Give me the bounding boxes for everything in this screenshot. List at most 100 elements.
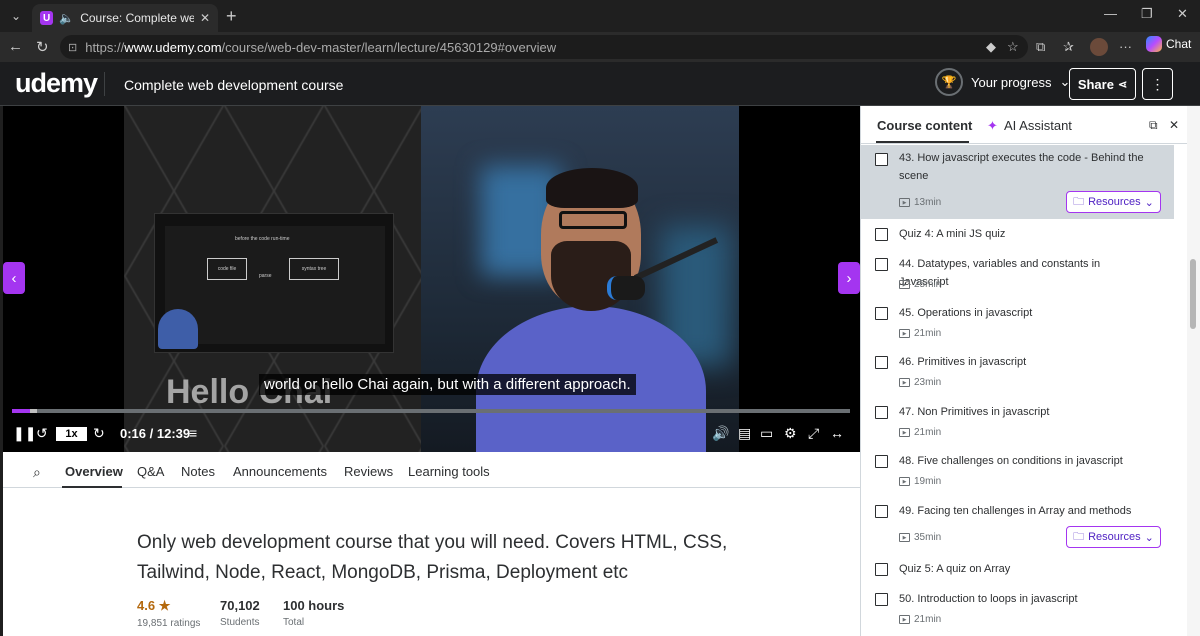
next-lecture-button[interactable]: › (838, 262, 860, 294)
lecture-checkbox[interactable] (875, 593, 888, 606)
speaker-icon[interactable]: 🔈 (59, 11, 74, 25)
list-item[interactable]: 47. Non Primitives in javascript ▶ 21min (861, 402, 1174, 446)
active-tab-indicator (62, 486, 122, 488)
tab-ai-assistant[interactable]: AI Assistant (1004, 118, 1072, 133)
collections-icon[interactable]: ✰ (1063, 39, 1074, 55)
browser-tab[interactable]: U 🔈 Course: Complete web develo ✕ (32, 4, 218, 32)
list-item[interactable]: 45. Operations in javascript ▶ 21min (861, 303, 1174, 347)
lecture-checkbox[interactable] (875, 455, 888, 468)
lecture-meta: ▶ 35min (899, 532, 941, 543)
list-item[interactable]: Quiz 4: A mini JS quiz (861, 224, 1174, 248)
tab-list-chevron-icon[interactable]: ⌄ (6, 6, 26, 26)
resources-button[interactable]: 🗀 Resources ⌄ (1066, 191, 1161, 213)
video-icon: ▶ (899, 378, 910, 387)
scroll-thumb[interactable] (1190, 259, 1196, 329)
lecture-checkbox[interactable] (875, 307, 888, 320)
list-item[interactable]: 49. Facing ten challenges in Array and m… (861, 501, 1174, 551)
maximize-icon[interactable]: ❐ (1141, 6, 1153, 22)
list-item[interactable]: 43. How javascript executes the code - B… (861, 145, 1174, 219)
new-tab-plus-icon[interactable]: + (226, 6, 237, 27)
lecture-checkbox[interactable] (875, 258, 888, 271)
share-button[interactable]: Share ⋖ (1069, 68, 1136, 100)
video-icon: ▶ (899, 615, 910, 624)
tab-overview[interactable]: Overview (65, 464, 123, 479)
lecture-checkbox[interactable] (875, 153, 888, 166)
udemy-logo[interactable]: udemy (15, 68, 98, 99)
list-item[interactable]: 48. Five challenges on conditions in jav… (861, 451, 1174, 495)
list-item[interactable]: 44. Datatypes, variables and constants i… (861, 254, 1174, 298)
tab-learning-tools[interactable]: Learning tools (408, 464, 490, 479)
video-player[interactable]: before the code run-time code file synta… (3, 106, 860, 452)
tag-icon[interactable]: ◆ (986, 39, 996, 55)
tab-notes[interactable]: Notes (181, 464, 215, 479)
fullscreen-icon[interactable]: ⤢ (808, 425, 819, 442)
close-sidebar-icon[interactable]: ✕ (1169, 118, 1179, 132)
video-icon: ▶ (899, 280, 910, 289)
notes-icon[interactable]: ≡ (189, 425, 197, 441)
presenter-thumbnail (158, 309, 198, 349)
resources-button[interactable]: 🗀 Resources ⌄ (1066, 526, 1161, 548)
close-window-icon[interactable]: ✕ (1177, 6, 1188, 22)
lecture-meta: ▶ 23min (899, 377, 941, 388)
course-title[interactable]: Complete web development course (124, 77, 343, 93)
lecture-checkbox[interactable] (875, 228, 888, 241)
sidebar-scrollbar[interactable] (1187, 106, 1200, 636)
profile-avatar[interactable] (1090, 38, 1108, 56)
url-field[interactable]: ⊡ https://www.udemy.com/course/web-dev-m… (60, 35, 1028, 59)
volume-icon[interactable]: 🔊 (712, 425, 729, 442)
previous-lecture-button[interactable]: ‹ (3, 262, 25, 294)
students-value: 70,102 (220, 598, 260, 613)
extensions-icon[interactable]: ⧉ (1036, 39, 1045, 55)
overview-tabs: ⌕ Overview Q&A Notes Announcements Revie… (3, 452, 860, 488)
your-progress-dropdown[interactable]: 🏆 Your progress ⌄ (935, 68, 1070, 96)
playback-speed-button[interactable]: 1x (56, 427, 87, 441)
tab-announcements[interactable]: Announcements (233, 464, 327, 479)
lecture-title: 49. Facing ten challenges in Array and m… (899, 505, 1132, 517)
seek-bar[interactable] (12, 409, 850, 413)
pause-icon[interactable]: ❚❚ (13, 425, 36, 442)
screen-heading: before the code run-time (235, 236, 290, 242)
lecture-checkbox[interactable] (875, 563, 888, 576)
lecture-meta: ▶ 13min (899, 197, 941, 208)
active-tab-indicator (876, 141, 969, 143)
transcript-icon[interactable]: ▤ (738, 425, 751, 442)
course-content-sidebar: Course content ✦ AI Assistant ⧉ ✕ 43. Ho… (860, 106, 1188, 636)
reload-icon[interactable]: ↻ (36, 38, 49, 56)
students-stat: 70,102 Students (220, 598, 260, 628)
tab-qa[interactable]: Q&A (137, 464, 164, 479)
captions-icon[interactable]: ▭ (760, 425, 773, 442)
more-options-button[interactable]: ⋮ (1142, 68, 1173, 100)
lecture-checkbox[interactable] (875, 356, 888, 369)
course-overview: ⌕ Overview Q&A Notes Announcements Revie… (3, 452, 860, 636)
copilot-icon (1146, 36, 1162, 52)
lecture-checkbox[interactable] (875, 406, 888, 419)
expand-width-icon[interactable]: ↔ (830, 425, 844, 441)
lecture-meta: ▶ 21min (899, 427, 941, 438)
back-arrow-icon[interactable]: ← (8, 38, 23, 55)
list-item[interactable]: 46. Primitives in javascript ▶ 23min (861, 352, 1174, 396)
favorite-star-icon[interactable]: ☆ (1007, 39, 1019, 55)
list-item[interactable]: Quiz 5: A quiz on Array (861, 559, 1174, 583)
url-text: https://www.udemy.com/course/web-dev-mas… (85, 39, 557, 55)
list-item[interactable]: 50. Introduction to loops in javascript … (861, 589, 1174, 633)
forward-icon[interactable]: ↻ (93, 425, 105, 442)
lecture-checkbox[interactable] (875, 505, 888, 518)
folder-icon: 🗀 (1073, 530, 1085, 543)
popout-icon[interactable]: ⧉ (1149, 118, 1158, 133)
students-label: Students (220, 617, 260, 628)
search-icon[interactable]: ⌕ (33, 464, 41, 481)
settings-gear-icon[interactable]: ⚙ (784, 425, 797, 442)
share-label: Share (1077, 76, 1114, 92)
tab-reviews[interactable]: Reviews (344, 464, 393, 479)
star-icon: ★ (158, 598, 171, 613)
copilot-chat-button[interactable]: Chat (1146, 36, 1191, 52)
chat-label: Chat (1166, 37, 1192, 51)
lecture-meta: ▶ 21min (899, 328, 941, 339)
rewind-icon[interactable]: ↺ (36, 425, 48, 442)
video-icon: ▶ (899, 477, 910, 486)
minimize-icon[interactable]: — (1104, 6, 1117, 21)
more-menu-icon[interactable]: ··· (1119, 39, 1132, 54)
tab-course-content[interactable]: Course content (877, 118, 972, 133)
tab-close-icon[interactable]: ✕ (200, 11, 210, 25)
site-info-icon[interactable]: ⊡ (68, 41, 77, 54)
